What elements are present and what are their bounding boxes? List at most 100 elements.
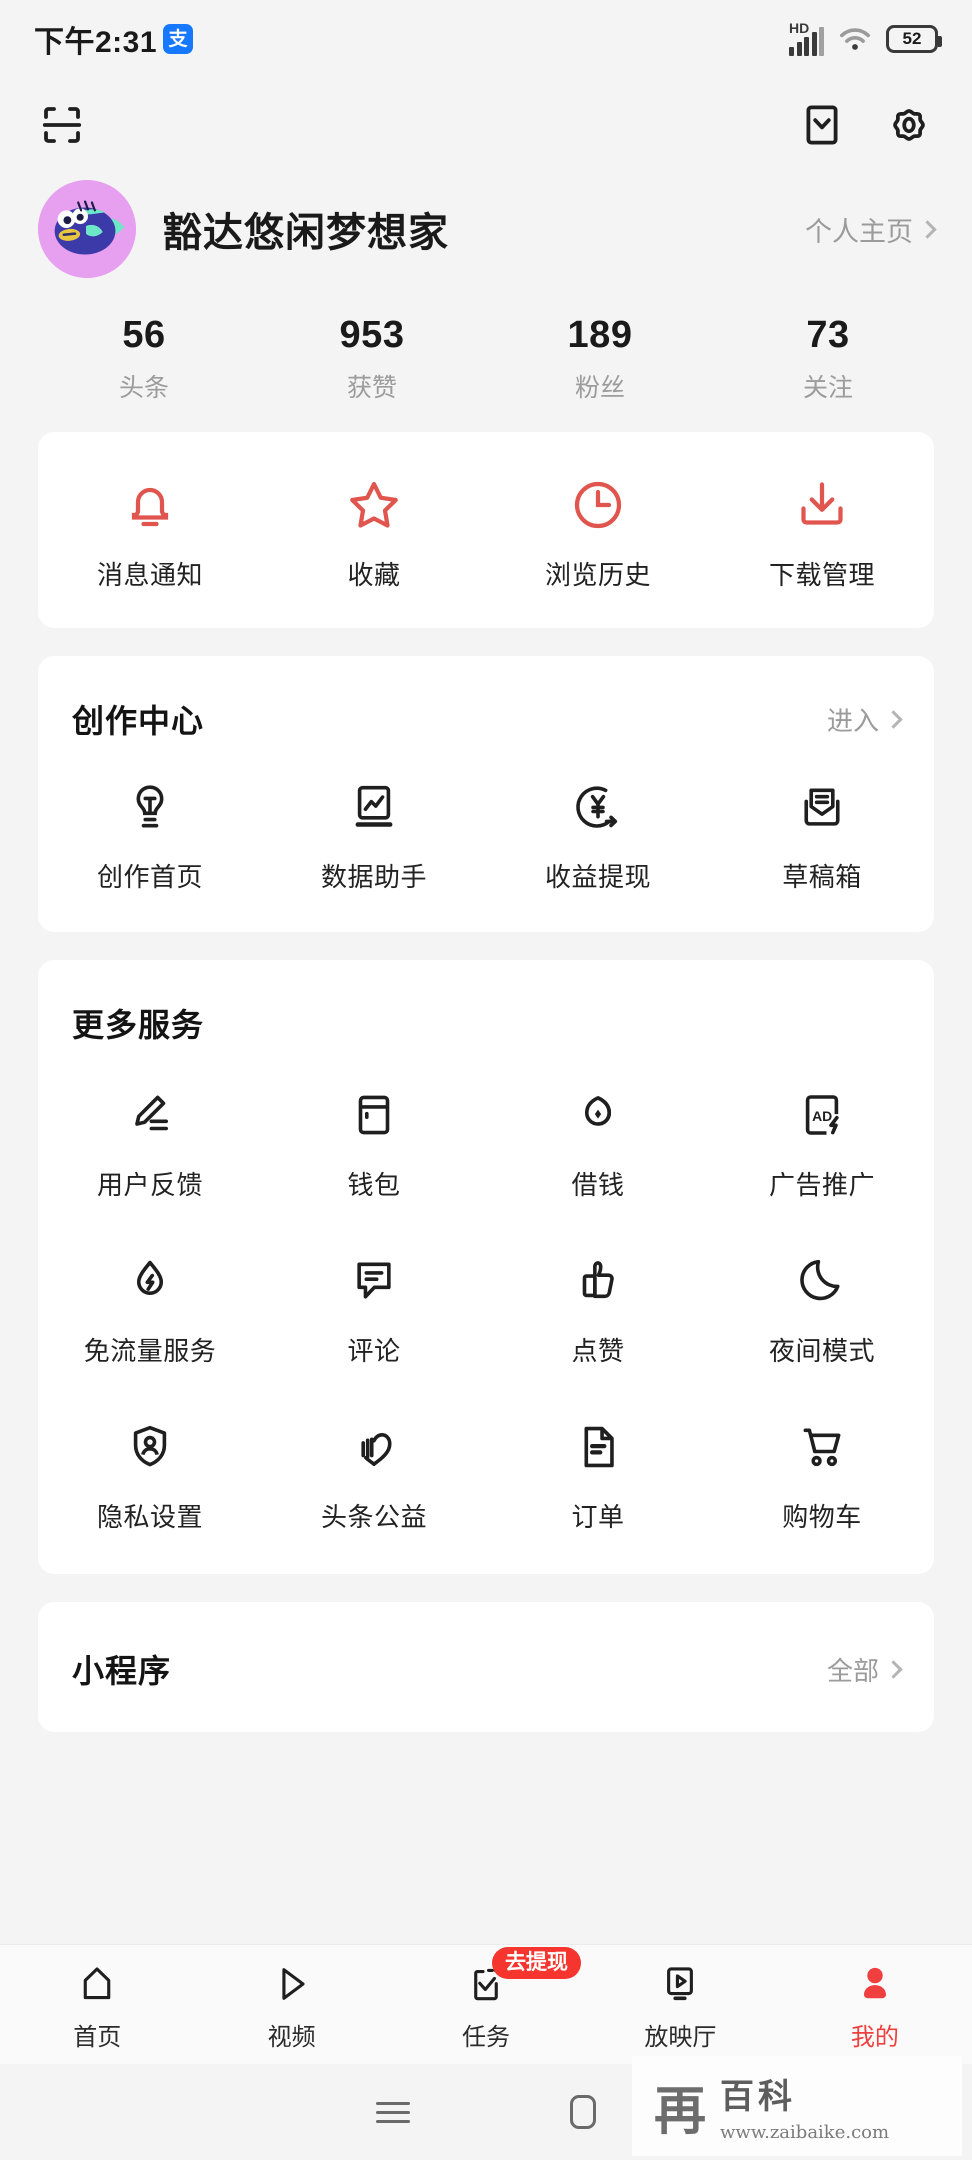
cinema-icon [658, 1957, 702, 2011]
quick-action-history[interactable]: 浏览历史 [486, 472, 710, 592]
signal-bars-icon: HD [789, 20, 824, 56]
tab-label: 视频 [267, 2024, 316, 2051]
watermark-seal: 再 [654, 2080, 707, 2142]
stat-label: 关注 [802, 374, 853, 402]
quick-action-label: 浏览历史 [544, 560, 651, 590]
creator-item-home[interactable]: 创作首页 [38, 774, 262, 894]
creator-item-label: 创作首页 [96, 862, 203, 892]
fish-avatar[interactable] [38, 180, 136, 278]
bell-icon [120, 472, 180, 538]
watermark-url: www.zaibaike.com [720, 2122, 890, 2143]
tab-label: 放映厅 [644, 2024, 717, 2051]
gear-icon[interactable] [884, 100, 934, 150]
all-label: 全部 [826, 1655, 879, 1686]
personal-homepage-link[interactable]: 个人主页 [805, 210, 937, 249]
fish-avatar-art [38, 180, 136, 278]
svg-text:AD: AD [812, 1108, 832, 1124]
alipay-icon: 支 [163, 24, 194, 54]
personal-homepage-label: 个人主页 [805, 216, 913, 247]
creator-item-withdraw[interactable]: 收益提现 [486, 774, 710, 894]
tab-label: 任务 [462, 2024, 511, 2051]
quick-action-label: 消息通知 [96, 560, 203, 590]
home-pill-icon[interactable] [570, 2095, 596, 2129]
pencil-feedback-icon [123, 1082, 177, 1148]
download-icon [792, 472, 852, 538]
creator-center-enter-link[interactable]: 进入 [827, 701, 903, 738]
tab-badge-withdraw[interactable]: 去提现 [492, 1947, 582, 1979]
chevron-right-icon [884, 1659, 903, 1679]
service-item-label: 夜间模式 [768, 1336, 875, 1366]
chevron-right-icon [918, 219, 937, 239]
tab-label: 首页 [73, 2024, 122, 2051]
stat-item-toutiao[interactable]: 56 头条 [30, 314, 258, 404]
quick-action-favorites[interactable]: 收藏 [262, 472, 486, 592]
service-item-label: 隐私设置 [96, 1502, 203, 1532]
service-item-label: 钱包 [347, 1170, 401, 1200]
tab-home[interactable]: 首页 [0, 1957, 194, 2052]
top-action-bar [0, 78, 972, 172]
quick-actions-grid: 消息通知 收藏 浏览历史 下载管理 [38, 472, 934, 592]
scan-qr-icon[interactable] [38, 101, 86, 149]
quick-action-downloads[interactable]: 下载管理 [710, 472, 934, 592]
menu-icon[interactable] [376, 2101, 410, 2123]
clock-time: 下午2:31 [34, 26, 158, 59]
play-icon [270, 1957, 314, 2011]
service-item-charity[interactable]: 头条公益 [262, 1414, 486, 1534]
creator-item-drafts[interactable]: 草稿箱 [710, 774, 934, 894]
service-item-label: 订单 [571, 1502, 625, 1532]
stat-item-likes[interactable]: 953 获赞 [258, 314, 486, 404]
creator-item-label: 收益提现 [544, 862, 651, 892]
mini-programs-all-link[interactable]: 全部 [826, 1651, 903, 1688]
more-services-grid: 用户反馈 钱包 借钱 AD 广告推广 免流量服务 评论 点赞 夜间模式 隐私设置… [38, 1052, 934, 1574]
section-title: 创作中心 [72, 703, 205, 739]
clock-icon [568, 472, 628, 538]
stat-item-fans[interactable]: 189 粉丝 [486, 314, 714, 404]
creator-center-grid: 创作首页 数据助手 收益提现 草稿箱 [38, 748, 934, 932]
service-item-comments[interactable]: 评论 [262, 1248, 486, 1368]
tab-mine[interactable]: 我的 [778, 1957, 972, 2052]
mini-programs-card: 小程序 全部 [38, 1602, 934, 1732]
service-item-ad-promote[interactable]: AD 广告推广 [710, 1082, 934, 1202]
yen-withdraw-icon [571, 774, 625, 840]
moon-icon [795, 1248, 849, 1314]
mini-programs-header: 小程序 全部 [38, 1602, 934, 1732]
service-item-loan[interactable]: 借钱 [486, 1082, 710, 1202]
service-item-privacy[interactable]: 隐私设置 [38, 1414, 262, 1534]
tab-tasks[interactable]: 去提现 任务 [389, 1947, 583, 2052]
stat-value: 953 [339, 314, 405, 356]
charity-heart-icon [347, 1414, 401, 1480]
service-item-likes[interactable]: 点赞 [486, 1248, 710, 1368]
section-title: 更多服务 [72, 1007, 205, 1043]
status-bar: 下午2:31 支 HD 52 [0, 0, 972, 78]
wallet-icon [347, 1082, 401, 1148]
stat-item-following[interactable]: 73 关注 [714, 314, 942, 404]
service-item-cart[interactable]: 购物车 [710, 1414, 934, 1534]
tab-video[interactable]: 视频 [194, 1957, 388, 2052]
service-item-wallet[interactable]: 钱包 [262, 1082, 486, 1202]
section-title: 小程序 [72, 1653, 172, 1689]
person-icon [853, 1957, 897, 2011]
stat-label: 获赞 [346, 374, 397, 402]
service-item-orders[interactable]: 订单 [486, 1414, 710, 1534]
profile-header[interactable]: 豁达悠闲梦想家 个人主页 [0, 172, 972, 278]
more-services-row: 免流量服务 评论 点赞 夜间模式 [38, 1248, 934, 1368]
status-bar-right: HD 52 [789, 20, 942, 56]
quick-actions-card: 消息通知 收藏 浏览历史 下载管理 [38, 432, 934, 628]
service-item-label: 用户反馈 [96, 1170, 203, 1200]
bottom-tab-bar: 首页 视频 去提现 任务 放映厅 我的 [0, 1944, 972, 2064]
wifi-icon [840, 28, 870, 50]
more-services-header: 更多服务 [38, 960, 934, 1052]
chart-icon [347, 774, 401, 840]
app-screen: 下午2:31 支 HD 52 豁达悠闲梦想家 个人主页 56 头条 953 获赞… [0, 0, 972, 2160]
thumbs-up-icon [571, 1248, 625, 1314]
mail-icon[interactable] [798, 101, 846, 149]
drafts-inbox-icon [795, 774, 849, 840]
creator-item-data[interactable]: 数据助手 [262, 774, 486, 894]
quick-action-notifications[interactable]: 消息通知 [38, 472, 262, 592]
shopping-cart-icon [795, 1414, 849, 1480]
tab-cinema[interactable]: 放映厅 [583, 1957, 777, 2052]
service-item-night-mode[interactable]: 夜间模式 [710, 1248, 934, 1368]
service-item-feedback[interactable]: 用户反馈 [38, 1082, 262, 1202]
shield-person-icon [123, 1414, 177, 1480]
service-item-data-free[interactable]: 免流量服务 [38, 1248, 262, 1368]
